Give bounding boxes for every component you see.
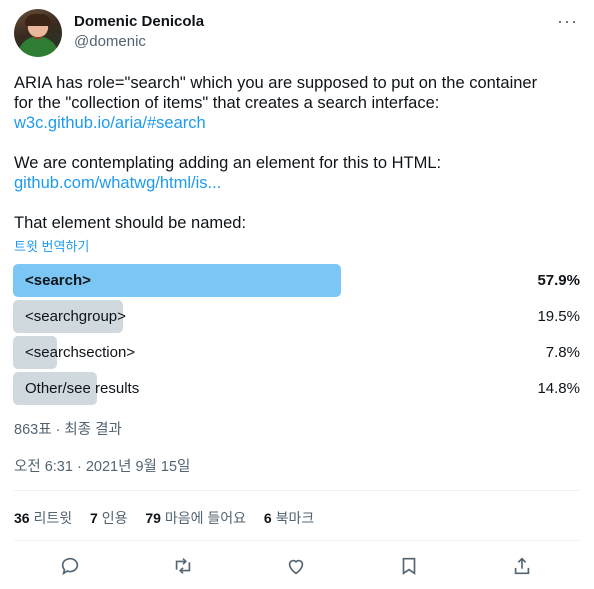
more-dots-icon[interactable]: ··· (557, 11, 578, 32)
poll-option-percent: 14.8% (537, 380, 580, 397)
tweet-text-line-4: That element should be named: (14, 214, 247, 232)
retweet-icon[interactable] (169, 552, 197, 580)
divider (14, 490, 580, 491)
github-issue-link[interactable]: github.com/whatwg/html/is... (14, 173, 221, 193)
bookmark-icon[interactable] (395, 552, 423, 580)
tweet-header: Domenic Denicola @domenic ··· (14, 9, 584, 57)
poll-option-label: <searchgroup> (25, 308, 126, 325)
divider (14, 540, 580, 541)
reply-icon[interactable] (56, 552, 84, 580)
poll-option-label: <searchsection> (25, 344, 136, 361)
share-icon[interactable] (508, 552, 536, 580)
author-handle[interactable]: @domenic (74, 33, 146, 50)
tweet-text-line-2: for the "collection of items" that creat… (14, 94, 440, 112)
likes-stat[interactable]: 79 마음에 들어요 (145, 510, 246, 526)
quotes-stat[interactable]: 7 인용 (90, 510, 127, 526)
aria-search-link[interactable]: w3c.github.io/aria/#search (14, 113, 206, 133)
poll-option-percent: 57.9% (537, 272, 580, 289)
poll-option-label: <search> (25, 272, 91, 289)
engagement-stats: 36 리트윗 7 인용 79 마음에 들어요 6 북마크 (14, 508, 328, 528)
bookmarks-stat[interactable]: 6 북마크 (264, 510, 314, 526)
tweet-text-line-3: We are contemplating adding an element f… (14, 154, 442, 172)
poll-option-row: <searchsection> 7.8% (13, 336, 580, 369)
author-name[interactable]: Domenic Denicola (74, 13, 204, 30)
poll-option-percent: 7.8% (545, 344, 580, 361)
poll-summary: 863표 · 최종 결과 (14, 422, 122, 438)
poll-option-label: Other/see results (25, 380, 140, 397)
poll-option-row: <search> 57.9% (13, 264, 580, 297)
poll-option-percent: 19.5% (537, 308, 580, 325)
translate-tweet-link[interactable]: 트윗 번역하기 (14, 236, 89, 255)
tweet-text-line-1: ARIA has role="search" which you are sup… (14, 74, 538, 92)
poll-option-row: Other/see results 14.8% (13, 372, 580, 405)
poll-option-row: <searchgroup> 19.5% (13, 300, 580, 333)
tweet-timestamp[interactable]: 오전 6:31 · 2021년 9월 15일 (14, 455, 190, 476)
action-bar (14, 552, 580, 580)
heart-icon[interactable] (282, 552, 310, 580)
avatar[interactable] (14, 9, 62, 57)
retweets-stat[interactable]: 36 리트윗 (14, 510, 72, 526)
